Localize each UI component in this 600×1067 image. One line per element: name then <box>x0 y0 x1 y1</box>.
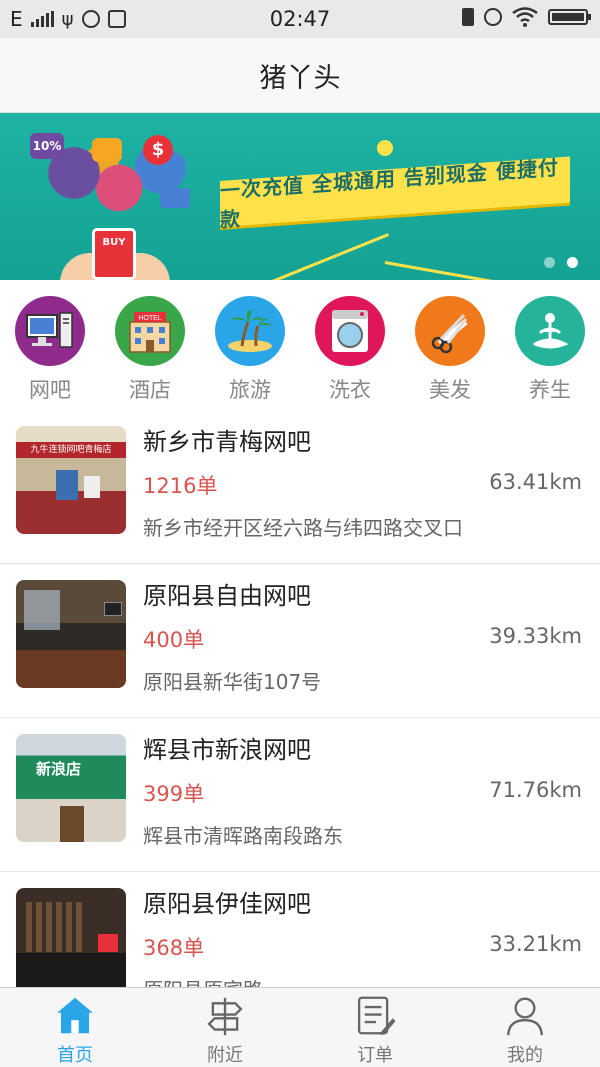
category-travel[interactable]: 旅游 <box>200 280 300 410</box>
promo-banner[interactable]: 10% $ BUY 一次充值 全城通用 告别现金 便捷付款 <box>0 113 600 280</box>
shop-address: 原阳县原宾路 <box>143 974 263 987</box>
category-internet-cafe[interactable]: 网吧 <box>0 280 100 410</box>
shop-photo <box>16 580 126 688</box>
status-bar: E ψ 02:47 <box>0 0 600 38</box>
discount-bubble-icon: 10% <box>30 133 64 159</box>
shop-photo <box>16 888 126 987</box>
category-hairdressing[interactable]: 美发 <box>400 280 500 410</box>
computer-icon <box>15 296 85 366</box>
buy-label: BUY <box>102 237 126 248</box>
tab-label: 首页 <box>57 1045 93 1066</box>
banner-pagination <box>544 257 578 268</box>
distance: 39.33km <box>489 624 582 648</box>
sign-string-left <box>239 233 389 280</box>
wifi-icon <box>512 7 538 27</box>
page-title: 猪丫头 <box>259 62 341 94</box>
banner-slogan: 一次充值 全城通用 告别现金 便捷付款 <box>220 155 559 232</box>
hotel-icon: HOTEL <box>115 296 185 366</box>
dollar-bubble-icon: $ <box>143 135 173 165</box>
category-wellness[interactable]: 养生 <box>500 280 600 410</box>
chat-bubble-icon <box>92 138 122 162</box>
list-item[interactable]: 原阳县伊佳网吧 368单 33.21km 原阳县原宾路 <box>0 872 600 987</box>
category-label: 酒店 <box>129 378 171 402</box>
washing-machine-icon <box>315 296 385 366</box>
phone-illustration: BUY <box>92 228 136 280</box>
shop-photo: 九牛连锁网吧青梅店 <box>16 426 126 534</box>
sign-pin <box>377 140 393 156</box>
shop-photo: 新浪店 <box>16 734 126 842</box>
alarm-icon <box>484 8 502 26</box>
battery-saver-icon <box>462 8 474 26</box>
shop-sign: 新浪店 <box>36 760 82 778</box>
shop-address: 新乡市经开区经六路与纬四路交叉口 <box>143 516 463 540</box>
order-count: 1216单 <box>143 474 218 498</box>
distance: 71.76km <box>489 778 582 802</box>
category-label: 旅游 <box>229 378 271 402</box>
status-right <box>462 7 591 27</box>
distance: 33.21km <box>489 932 582 956</box>
hotel-sign-text: HOTEL <box>138 315 161 322</box>
distance: 63.41km <box>489 470 582 494</box>
palm-island-icon <box>215 296 285 366</box>
order-count: 400单 <box>143 628 205 652</box>
category-label: 网吧 <box>29 378 71 402</box>
tab-orders[interactable]: 订单 <box>300 988 450 1067</box>
category-laundry[interactable]: 洗衣 <box>300 280 400 410</box>
shop-address: 原阳县新华街107号 <box>143 670 322 694</box>
banner-dot-active[interactable] <box>567 257 578 268</box>
card-bubble-icon <box>160 188 190 208</box>
app-header: 猪丫头 <box>0 38 600 113</box>
tab-label: 我的 <box>507 1045 543 1066</box>
list-item[interactable]: 原阳县自由网吧 400单 39.33km 原阳县新华街107号 <box>0 564 600 718</box>
order-count: 399单 <box>143 782 205 806</box>
meditation-icon <box>515 296 585 366</box>
category-label: 养生 <box>529 378 571 402</box>
user-icon <box>507 997 543 1036</box>
tab-label: 订单 <box>357 1045 393 1066</box>
tab-profile[interactable]: 我的 <box>450 988 600 1067</box>
tab-label: 附近 <box>207 1045 243 1066</box>
scissors-comb-icon <box>415 296 485 366</box>
signpost-icon <box>207 997 243 1036</box>
battery-icon <box>548 9 591 25</box>
category-hotel[interactable]: HOTEL 酒店 <box>100 280 200 410</box>
tab-nearby[interactable]: 附近 <box>150 988 300 1067</box>
home-icon <box>57 997 93 1034</box>
category-label: 洗衣 <box>329 378 371 402</box>
shop-sign: 九牛连锁网吧青梅店 <box>16 442 126 458</box>
order-count: 368单 <box>143 936 205 960</box>
bottom-tab-bar: 首页 附近 订单 我的 <box>0 987 600 1067</box>
banner-dot[interactable] <box>544 257 555 268</box>
shop-name: 原阳县伊佳网吧 <box>143 890 311 918</box>
slogan-sign: 一次充值 全城通用 告别现金 便捷付款 <box>220 155 570 232</box>
shop-list: 九牛连锁网吧青梅店 新乡市青梅网吧 1216单 63.41km 新乡市经开区经六… <box>0 410 600 987</box>
category-grid: 网吧 HOTEL 酒店 旅游 洗衣 美发 养生 <box>0 280 600 410</box>
order-list-icon <box>357 996 396 1036</box>
list-item[interactable]: 九牛连锁网吧青梅店 新乡市青梅网吧 1216单 63.41km 新乡市经开区经六… <box>0 410 600 564</box>
tab-home[interactable]: 首页 <box>0 988 150 1067</box>
shop-address: 辉县市清晖路南段路东 <box>143 824 343 848</box>
shop-name: 辉县市新浪网吧 <box>143 736 311 764</box>
shop-name: 新乡市青梅网吧 <box>143 428 311 456</box>
list-item[interactable]: 新浪店 辉县市新浪网吧 399单 71.76km 辉县市清晖路南段路东 <box>0 718 600 872</box>
category-label: 美发 <box>429 378 471 402</box>
shop-name: 原阳县自由网吧 <box>143 582 311 610</box>
